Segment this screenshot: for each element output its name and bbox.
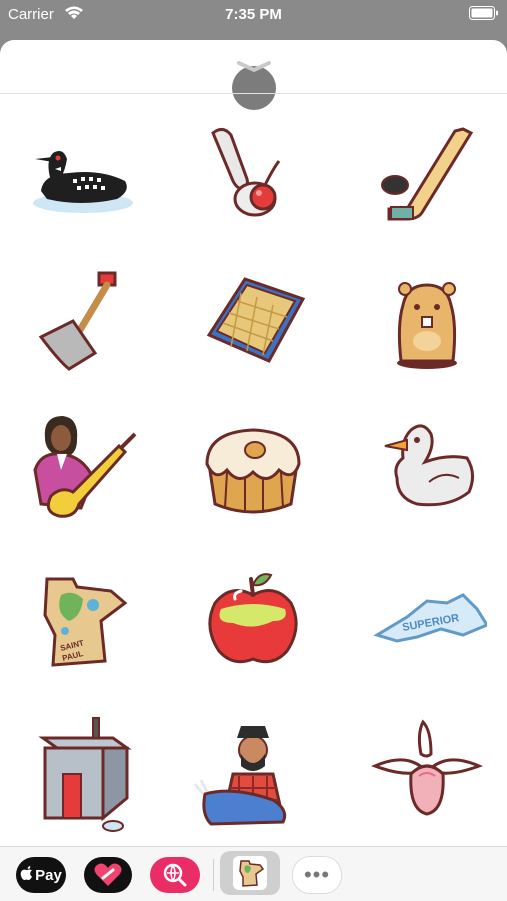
- duck-sticker[interactable]: [362, 408, 492, 528]
- tater-tot-hotdish-sticker[interactable]: [188, 260, 318, 380]
- spoon-cherry-sticker[interactable]: [188, 114, 318, 234]
- search-web-icon[interactable]: [150, 857, 200, 893]
- app-drawer: Pay •••: [0, 846, 507, 901]
- guitarist-sticker[interactable]: [16, 408, 146, 528]
- ladys-slipper-sticker[interactable]: [362, 714, 492, 834]
- heart-app-icon[interactable]: [84, 857, 132, 893]
- drawer-separator: [213, 859, 214, 891]
- apple-sticker[interactable]: [188, 560, 318, 680]
- status-bar: Carrier 7:35 PM: [0, 0, 507, 30]
- battery-icon: [469, 6, 499, 24]
- gopher-sticker[interactable]: [362, 260, 492, 380]
- lumberjack-ox-sticker[interactable]: [188, 714, 318, 834]
- loon-sticker[interactable]: [16, 114, 146, 234]
- snow-shovel-sticker[interactable]: [16, 260, 146, 380]
- apple-pay-button[interactable]: Pay: [16, 857, 66, 893]
- lake-superior-sticker[interactable]: SUPERIOR: [362, 560, 492, 680]
- ice-house-sticker[interactable]: [16, 714, 146, 834]
- caramel-roll-sticker[interactable]: [188, 408, 318, 528]
- chevron-down-icon[interactable]: [232, 58, 276, 76]
- minnesota-stickers-icon[interactable]: [220, 851, 280, 895]
- more-apps-icon: •••: [303, 862, 331, 887]
- apple-pay-label: Pay: [35, 866, 62, 884]
- status-time: 7:35 PM: [225, 6, 282, 23]
- minnesota-map-sticker[interactable]: SAINT PAUL: [16, 560, 146, 680]
- apple-logo-icon: [20, 865, 33, 885]
- more-apps-button[interactable]: •••: [292, 856, 342, 894]
- hockey-stick-sticker[interactable]: [362, 114, 492, 234]
- sticker-grid: SAINT PAUL SUPERIOR: [0, 94, 507, 846]
